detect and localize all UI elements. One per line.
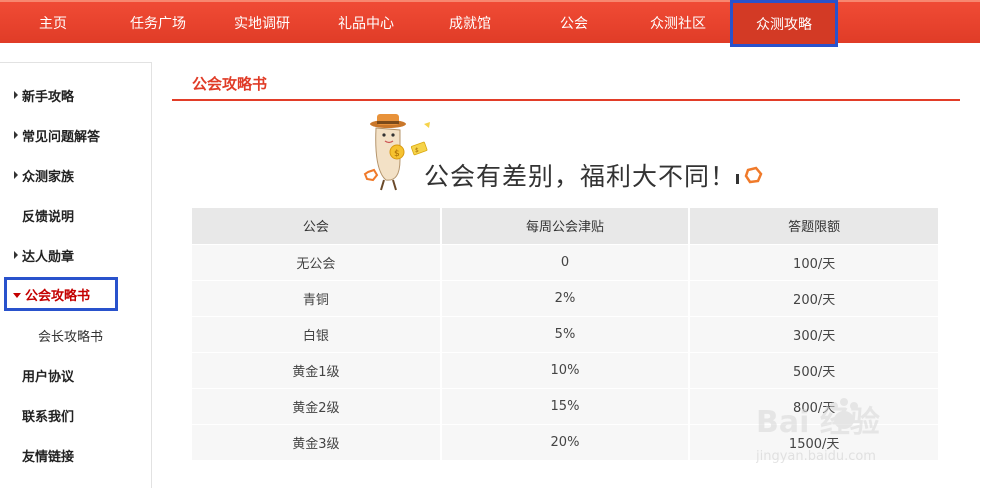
table-cell: 500/天 — [689, 351, 938, 388]
caret-down-icon — [13, 292, 21, 298]
sidebar-item-7[interactable]: 会长攻略书 — [0, 315, 150, 355]
table-cell: 10% — [440, 351, 691, 388]
watermark-url: jingyan.baidu.com — [756, 449, 876, 464]
table-cell: 20% — [440, 423, 691, 460]
sidebar: 新手攻略常见问题解答 众测家族反馈说明达人勋章公会攻略书会长攻略书用户协议联系我们… — [0, 62, 152, 488]
table-row: 白银 5% 300/天 — [192, 315, 938, 352]
nav-item-4[interactable]: 礼品中心 — [314, 1, 418, 44]
table-cell: 15% — [440, 387, 691, 424]
nav-item-5[interactable]: 成就馆 — [418, 1, 522, 44]
sidebar-item-label: 反馈说明 — [22, 209, 75, 225]
sidebar-item-8[interactable]: 用户协议 — [0, 355, 150, 395]
table-cell: 0 — [440, 243, 691, 280]
table-header-cell: 每周公会津贴 — [440, 208, 691, 244]
nav-item-2[interactable]: 任务广场 — [106, 1, 210, 44]
section-divider — [172, 99, 960, 101]
sidebar-item-2[interactable]: 常见问题解答 — [0, 115, 150, 155]
table-row: 青铜 2% 200/天 — [192, 279, 938, 316]
sidebar-item-label: 友情链接 — [22, 449, 75, 465]
sidebar-item-6[interactable]: 公会攻略书 — [4, 277, 118, 311]
table-cell: 100/天 — [689, 243, 938, 280]
sidebar-item-label: 众测家族 — [22, 169, 75, 185]
watermark-brand: Bai 经验 — [756, 405, 880, 440]
table-cell: 青铜 — [192, 279, 442, 316]
sidebar-item-10[interactable]: 友情链接 — [0, 435, 150, 475]
nav-item-6[interactable]: 公会 — [522, 1, 626, 44]
baidu-jingyan-watermark: Bai 经验 jingyan.baidu.com — [756, 398, 880, 464]
sidebar-item-label: 会长攻略书 — [38, 329, 104, 345]
table-cell: 无公会 — [192, 243, 442, 280]
table-cell: 5% — [440, 315, 691, 352]
table-header-cell: 答题限额 — [689, 208, 938, 244]
nav-item-1[interactable]: 主页 — [0, 1, 106, 44]
sidebar-item-5[interactable]: 达人勋章 — [0, 235, 150, 275]
caret-right-icon — [14, 251, 18, 259]
table-cell: 黄金2级 — [192, 387, 442, 424]
table-cell: 黄金1级 — [192, 351, 442, 388]
nav-item-8[interactable]: 众测攻略 — [730, 0, 838, 47]
nav-item-3[interactable]: 实地调研 — [210, 1, 314, 44]
sidebar-item-label: 常见问题解答 — [22, 129, 101, 145]
sidebar-item-label: 公会攻略书 — [25, 288, 91, 304]
sidebar-item-label: 新手攻略 — [22, 89, 75, 105]
svg-text:$: $ — [415, 147, 419, 154]
table-header-cell: 公会 — [192, 208, 442, 244]
table-row: 无公会 0 100/天 — [192, 243, 938, 280]
caret-right-icon — [14, 131, 18, 139]
top-navigation: 主页 任务广场 实地调研 礼品中心 成就馆 公会 众测社区 众测攻略 — [0, 0, 980, 47]
table-cell: 白银 — [192, 315, 442, 352]
hexagon-decoration-icon — [736, 166, 763, 184]
sidebar-item-label: 联系我们 — [22, 409, 75, 425]
table-cell: 300/天 — [689, 315, 938, 352]
table-cell: 200/天 — [689, 279, 938, 316]
nav-item-7[interactable]: 众测社区 — [626, 1, 730, 44]
svg-text:$: $ — [394, 149, 400, 159]
table-cell: 黄金3级 — [192, 423, 442, 460]
table-cell: 2% — [440, 279, 691, 316]
sidebar-item-3[interactable]: 众测家族 — [0, 155, 150, 195]
sidebar-item-label: 用户协议 — [22, 369, 75, 385]
caret-right-icon — [14, 171, 18, 179]
sidebar-item-label: 达人勋章 — [22, 249, 75, 265]
sidebar-item-4[interactable]: 反馈说明 — [0, 195, 150, 235]
caret-right-icon — [14, 91, 18, 99]
table-row: 黄金1级 10% 500/天 — [192, 351, 938, 388]
sidebar-item-9[interactable]: 联系我们 — [0, 395, 150, 435]
sidebar-item-1[interactable]: 新手攻略 — [0, 75, 150, 115]
section-title: 公会攻略书 — [192, 75, 268, 93]
banner-slogan: 公会有差别，福利大不同！ — [424, 162, 737, 191]
